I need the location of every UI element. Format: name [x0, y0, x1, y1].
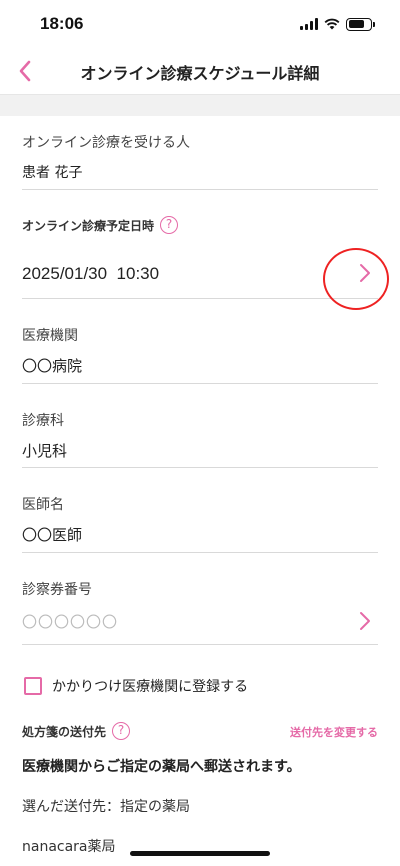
- status-bar: 18:06: [0, 0, 400, 48]
- card-number-field[interactable]: 診察券番号 〇〇〇〇〇〇: [22, 553, 378, 645]
- pharmacy-name: nanacara薬局: [22, 839, 116, 855]
- nav-bar: オンライン診療スケジュール詳細: [0, 48, 400, 94]
- status-time: 18:06: [40, 14, 84, 33]
- prescription-label-row: 処方箋の送付先 ?: [22, 722, 131, 740]
- help-icon[interactable]: ?: [112, 722, 131, 740]
- hospital-field: 医療機関 〇〇病院: [22, 299, 378, 384]
- hospital-value: 〇〇病院: [22, 357, 83, 375]
- doctor-field: 医師名 〇〇医師: [22, 468, 378, 553]
- patient-field: オンライン診療を受ける人 患者 花子: [22, 116, 378, 190]
- page-title: オンライン診療スケジュール詳細: [80, 64, 320, 83]
- department-field: 診療科 小児科: [22, 384, 378, 468]
- prescription-label: 処方箋の送付先: [22, 724, 107, 739]
- doctor-label: 医師名: [22, 497, 64, 513]
- family-clinic-label: かかりつけ医療機関に登録する: [52, 679, 249, 695]
- patient-label: オンライン診療を受ける人: [22, 135, 190, 151]
- hospital-label: 医療機関: [22, 328, 78, 344]
- help-icon[interactable]: ?: [160, 216, 179, 234]
- selected-destination: 選んだ送付先：指定の薬局: [22, 799, 190, 815]
- section-divider: [0, 94, 400, 116]
- schedule-label-row: オンライン診療予定日時 ?: [22, 216, 179, 234]
- department-label: 診療科: [22, 413, 64, 429]
- card-number-label: 診察券番号: [22, 582, 92, 598]
- wifi-icon: [324, 18, 340, 30]
- card-number-placeholder: 〇〇〇〇〇〇: [22, 613, 119, 631]
- chevron-right-icon[interactable]: [358, 611, 372, 631]
- cellular-signal-icon: [300, 18, 318, 30]
- schedule-value: 2025/01/30 10:30: [22, 264, 160, 283]
- status-icons: [300, 17, 375, 31]
- doctor-value: 〇〇医師: [22, 526, 83, 544]
- battery-icon: [346, 17, 375, 31]
- department-value: 小児科: [22, 442, 68, 460]
- home-indicator: [130, 851, 270, 856]
- family-clinic-checkbox-row[interactable]: かかりつけ医療機関に登録する: [24, 676, 248, 696]
- change-destination-link[interactable]: 送付先を変更する: [290, 724, 378, 740]
- prescription-header: 処方箋の送付先 ? 送付先を変更する: [22, 722, 378, 744]
- family-clinic-checkbox[interactable]: [24, 677, 42, 695]
- patient-value: 患者 花子: [22, 165, 83, 181]
- schedule-label: オンライン診療予定日時: [22, 218, 155, 233]
- prescription-notice: 医療機関からご指定の薬局へ郵送されます。: [22, 759, 301, 775]
